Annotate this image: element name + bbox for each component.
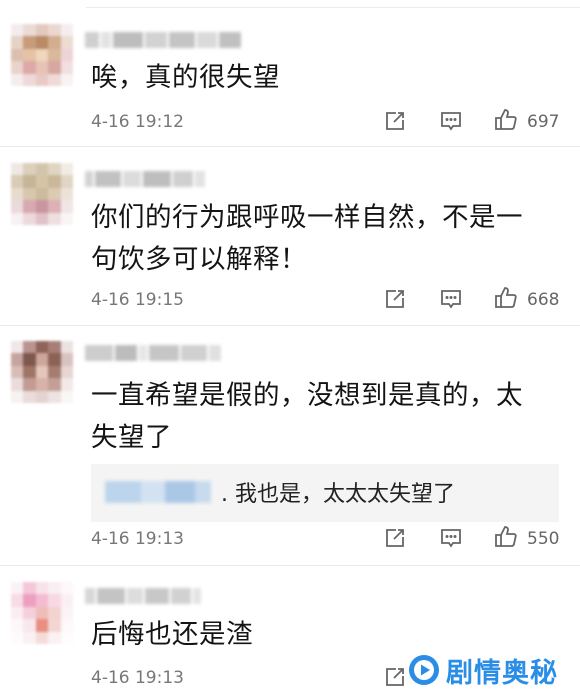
comment-text-line: 你们的行为跟呼吸一样自然，不是一 [91, 202, 523, 233]
comment-text: 一直希望是假的，没想到是真的，太 失望了 [91, 375, 561, 459]
share-icon[interactable] [383, 109, 407, 133]
reply-username-blurred[interactable] [105, 481, 211, 503]
avatar[interactable] [11, 582, 73, 644]
like-count: 697 [527, 112, 560, 132]
comment-text-line: 句饮多可以解释！ [91, 244, 307, 275]
play-icon [409, 655, 439, 685]
like-count: 550 [527, 529, 560, 549]
thumbs-up-icon[interactable] [494, 108, 518, 132]
username-blurred[interactable] [85, 32, 243, 48]
thumbs-up-icon[interactable] [494, 525, 518, 549]
reply-box[interactable]: . 我也是，太太太失望了 [91, 464, 559, 522]
comment-text-line: 唉，真的很失望 [91, 62, 280, 93]
comment-icon[interactable] [439, 526, 463, 550]
share-icon[interactable] [383, 287, 407, 311]
divider [0, 565, 580, 566]
comment-text: 唉，真的很失望 [91, 57, 561, 99]
comment-text-line: 一直希望是假的，没想到是真的，太 [91, 380, 523, 411]
reply-text: . 我也是，太太太失望了 [221, 482, 455, 507]
divider [0, 146, 580, 147]
comment-text-line: 失望了 [91, 422, 172, 453]
avatar[interactable] [11, 341, 73, 403]
thumbs-up-icon[interactable] [494, 286, 518, 310]
comment-icon[interactable] [439, 287, 463, 311]
comment-time: 4-16 19:13 [91, 529, 184, 549]
comment-item: 唉，真的很失望 4-16 19:12 697 [0, 0, 580, 147]
comment-icon[interactable] [439, 109, 463, 133]
username-blurred[interactable] [85, 588, 203, 604]
divider [0, 325, 580, 326]
like-count: 668 [527, 290, 560, 310]
comment-text: 你们的行为跟呼吸一样自然，不是一 句饮多可以解释！ [91, 197, 561, 281]
username-blurred[interactable] [85, 171, 207, 187]
avatar[interactable] [11, 24, 73, 86]
comment-time: 4-16 19:13 [91, 668, 184, 688]
watermark-text: 剧情奥秘 [446, 657, 558, 689]
avatar[interactable] [11, 163, 73, 225]
comment-time: 4-16 19:15 [91, 290, 184, 310]
username-blurred[interactable] [85, 345, 223, 361]
comment-time: 4-16 19:12 [91, 112, 184, 132]
share-icon[interactable] [383, 665, 407, 689]
watermark: 剧情奥秘 [408, 650, 558, 690]
share-icon[interactable] [383, 526, 407, 550]
